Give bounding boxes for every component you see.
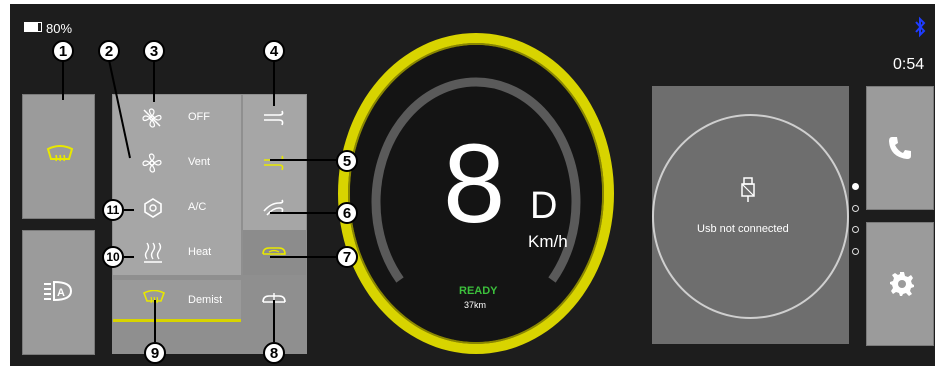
callout-3: 3 <box>143 40 165 62</box>
callout-10: 10 <box>102 246 124 268</box>
callout-7: 7 <box>336 246 358 268</box>
callout-lines <box>62 59 336 342</box>
callout-1: 1 <box>52 40 74 62</box>
callout-2: 2 <box>98 40 120 62</box>
callout-6: 6 <box>336 202 358 224</box>
callout-5: 5 <box>336 150 358 172</box>
callout-9: 9 <box>144 342 166 364</box>
callout-11: 11 <box>102 199 124 221</box>
callout-4: 4 <box>263 40 285 62</box>
dashboard-screenshot: 80% 0:54 A OFF Vent A/C Heat Demist 8 D … <box>0 0 937 376</box>
callout-8: 8 <box>263 342 285 364</box>
